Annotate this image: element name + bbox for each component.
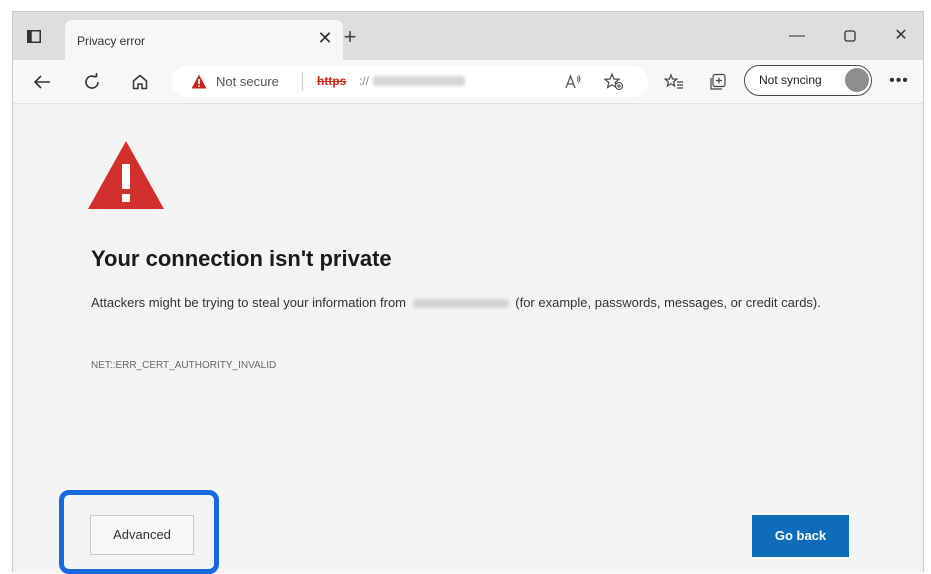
favorite-add-icon[interactable] (601, 69, 627, 95)
close-window-icon[interactable]: ✕ (886, 24, 916, 48)
error-code: NET::ERR_CERT_AUTHORITY_INVALID (91, 360, 277, 371)
plus-icon[interactable]: + (339, 26, 361, 49)
url-separator: :// (359, 74, 370, 88)
more-icon[interactable]: ••• (887, 70, 911, 94)
browser-window: Privacy error ✕ + — ✕ Not secure https :… (12, 11, 924, 574)
description-end: (for example, passwords, messages, or cr… (515, 295, 821, 310)
warning-icon (87, 140, 165, 210)
avatar (845, 68, 869, 92)
sync-label: Not syncing (759, 73, 822, 87)
error-page: Your connection isn't private Attackers … (13, 104, 923, 574)
tab-strip: Privacy error ✕ + — ✕ (13, 12, 923, 60)
address-divider (302, 72, 303, 91)
navigation-toolbar: Not secure https :// Not syncing ••• (13, 60, 923, 104)
security-label[interactable]: Not secure (216, 74, 279, 89)
warning-icon[interactable] (191, 74, 207, 89)
go-back-button[interactable]: Go back (752, 515, 849, 557)
url-scheme: https (317, 74, 347, 88)
maximize-icon[interactable] (835, 24, 865, 48)
back-arrow-icon[interactable] (29, 69, 55, 95)
minimize-icon[interactable]: — (782, 24, 812, 48)
close-icon[interactable]: ✕ (315, 28, 335, 48)
highlight-annotation (59, 490, 219, 574)
favorites-icon[interactable] (661, 69, 687, 95)
active-tab[interactable]: Privacy error ✕ (65, 20, 343, 60)
read-aloud-icon[interactable] (561, 69, 587, 95)
blurred-host (412, 299, 509, 309)
home-icon[interactable] (127, 69, 153, 95)
url-host-blurred (373, 76, 465, 86)
collections-icon[interactable] (705, 69, 731, 95)
refresh-icon[interactable] (79, 69, 105, 95)
tab-actions-icon[interactable] (27, 30, 41, 43)
error-description: Attackers might be trying to steal your … (91, 290, 871, 316)
page-title: Your connection isn't private (91, 246, 392, 271)
profile-sync-button[interactable]: Not syncing (744, 65, 872, 96)
tab-title: Privacy error (77, 34, 146, 48)
description-start: Attackers might be trying to steal your … (91, 295, 407, 310)
